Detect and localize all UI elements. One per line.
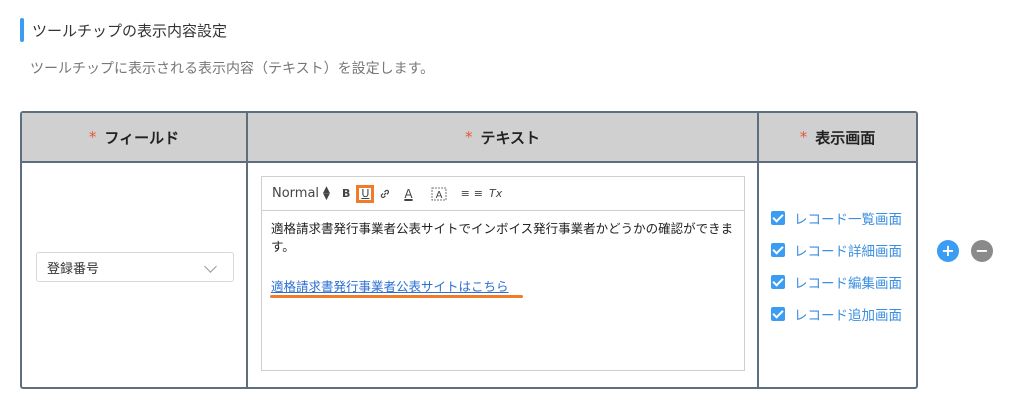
underline-button[interactable]: U xyxy=(356,184,375,203)
tooltip-settings-table: * フィールド * テキスト * 表示画面 登録番号 Normal ▲ ▼ B U… xyxy=(20,111,918,389)
clear-format-button[interactable]: Tx xyxy=(489,187,502,200)
required-mark: * xyxy=(464,128,473,146)
background-color-button[interactable]: A xyxy=(431,187,447,201)
remove-row-button[interactable]: − xyxy=(971,240,993,262)
title-accent-bar xyxy=(20,18,24,42)
editor-link[interactable]: 適格請求書発行事業者公表サイトはこちら xyxy=(271,276,509,295)
editor-body-text[interactable]: 適格請求書発行事業者公表サイトでインボイス発行事業者かどうかの確認ができます。 xyxy=(271,220,734,256)
header-field-label: フィールド xyxy=(104,128,180,147)
checkbox-add-screen[interactable]: レコード追加画面 xyxy=(771,303,902,325)
field-select-value: 登録番号 xyxy=(47,261,100,277)
link-icon[interactable] xyxy=(380,189,390,199)
section-description: ツールチップに表示される表示内容（テキスト）を設定します。 xyxy=(30,61,435,77)
bullet-list-button[interactable]: ≡ xyxy=(474,187,483,200)
add-row-button[interactable]: + xyxy=(937,240,959,262)
chevron-down-icon xyxy=(204,260,217,273)
header-screens-label: 表示画面 xyxy=(815,128,876,147)
text-color-button[interactable]: A xyxy=(404,187,412,201)
bold-button[interactable]: B xyxy=(342,187,350,200)
ordered-list-button[interactable]: ≡ xyxy=(461,187,470,200)
required-mark: * xyxy=(799,128,808,146)
page-title: ツールチップの表示内容設定 xyxy=(32,21,228,40)
header-screens: * 表示画面 xyxy=(759,113,916,161)
svg-text:A: A xyxy=(435,190,442,201)
checkbox-checked-icon[interactable] xyxy=(771,307,785,321)
checkbox-list-screen[interactable]: レコード一覧画面 xyxy=(771,207,902,229)
header-text-label: テキスト xyxy=(480,128,541,147)
checkbox-checked-icon[interactable] xyxy=(771,275,785,289)
section-title: ツールチップの表示内容設定 xyxy=(20,18,227,42)
rich-text-editor[interactable]: Normal ▲ ▼ B U A A ≡ ≡ Tx 適格請求書発行事業者公表サイト… xyxy=(261,176,745,371)
screen-checkbox-list: レコード一覧画面 レコード詳細画面 レコード編集画面 レコード追加画面 xyxy=(771,207,902,335)
updown-arrows-icon: ▲ ▼ xyxy=(323,184,330,202)
editor-toolbar: Normal ▲ ▼ B U A A ≡ ≡ Tx xyxy=(262,177,744,211)
required-mark: * xyxy=(88,128,97,146)
header-text: * テキスト xyxy=(248,113,757,161)
format-select[interactable]: Normal ▲ ▼ xyxy=(272,184,330,202)
checkbox-checked-icon[interactable] xyxy=(771,243,785,257)
field-select[interactable]: 登録番号 xyxy=(36,252,234,282)
checkbox-checked-icon[interactable] xyxy=(771,211,785,225)
header-field: * フィールド xyxy=(22,113,246,161)
checkbox-detail-screen[interactable]: レコード詳細画面 xyxy=(771,239,902,261)
highlight-underline xyxy=(270,295,523,298)
checkbox-edit-screen[interactable]: レコード編集画面 xyxy=(771,271,902,293)
